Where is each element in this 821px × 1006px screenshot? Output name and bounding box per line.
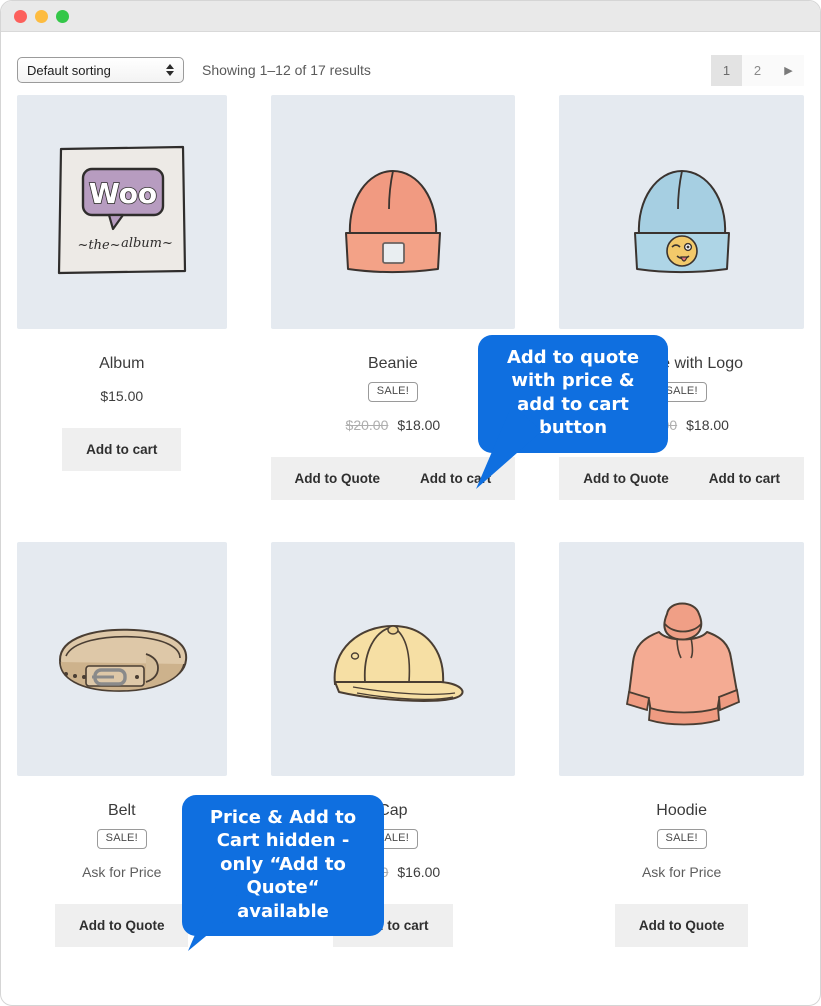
page-button-2[interactable]: 2 — [742, 54, 773, 86]
product-price-original: $20.00 — [345, 417, 389, 433]
product-grid: Woo ~the~ album~ Album $15.00 Add to car… — [17, 94, 804, 947]
browser-window: Default sorting Showing 1–12 of 17 resul… — [0, 0, 821, 1006]
next-page-button[interactable]: ▶ — [773, 54, 804, 86]
add-to-cart-button[interactable]: Add to cart — [688, 457, 804, 500]
product-button-row: Add to Quote — [614, 904, 749, 947]
product-image-cap[interactable] — [270, 542, 516, 776]
maximize-window-button[interactable] — [56, 9, 69, 23]
product-card-beanie: Beanie SALE! $20.00 $18.00 Add to Quote … — [270, 95, 516, 500]
product-button-row: Add to cart — [62, 428, 182, 471]
status-badge-sale: SALE! — [656, 382, 707, 402]
product-button-row: Add to Quote — [55, 904, 189, 947]
orange-beanie-illustration — [344, 169, 441, 273]
add-to-cart-button[interactable]: Add to cart — [333, 904, 453, 947]
product-price: $18.00 — [397, 417, 441, 433]
add-to-cart-button[interactable]: Add to cart — [62, 428, 182, 471]
product-card-belt: Belt SALE! Ask for Price Add to Quote — [17, 542, 227, 947]
product-image-beanie-with-logo[interactable] — [559, 95, 804, 329]
product-price: $18.00 — [686, 417, 729, 433]
product-price-row: Ask for Price — [642, 864, 721, 881]
pink-hoodie-illustration — [625, 602, 740, 726]
svg-text:~the~: ~the~ — [77, 238, 120, 253]
product-title[interactable]: Beanie — [368, 355, 418, 373]
status-badge-sale: SALE! — [656, 829, 707, 849]
shop-page-content: Default sorting Showing 1–12 of 17 resul… — [1, 32, 820, 951]
product-title[interactable]: Cap — [378, 802, 407, 820]
product-image-hoodie[interactable] — [559, 542, 804, 776]
album-cover-illustration: Woo ~the~ album~ — [57, 145, 186, 275]
beanie-button-row: Add to Quote Add to cart — [270, 457, 516, 500]
product-price: $16.00 — [397, 864, 441, 880]
result-count: Showing 1–12 of 17 results — [202, 62, 371, 78]
product-price: $15.00 — [100, 388, 144, 404]
product-price: Ask for Price — [82, 864, 162, 880]
product-title[interactable]: Belt — [108, 802, 136, 820]
product-price-row: $20.00 $18.00 — [346, 417, 441, 434]
add-to-quote-button[interactable]: Add to Quote — [270, 457, 400, 500]
product-image-beanie[interactable] — [270, 95, 516, 329]
window-titlebar — [1, 1, 820, 32]
product-title[interactable]: Hoodie — [656, 802, 707, 820]
product-price-row: $15.00 — [100, 388, 143, 405]
product-button-row: Add to Quote Add to cart — [559, 457, 804, 500]
product-card-beanie-with-logo: Beanie with Logo SALE! $20.00 $18.00 Add… — [559, 95, 804, 500]
svg-text:Woo: Woo — [89, 177, 157, 210]
minimize-window-button[interactable] — [35, 9, 48, 23]
yellow-baseball-cap-illustration — [333, 624, 464, 702]
belt-price: Ask for Price — [82, 864, 161, 881]
blue-beanie-with-emoji-logo-illustration — [633, 169, 730, 273]
product-price-row: $20.00 $18.00 — [634, 417, 729, 434]
product-card-cap: Cap SALE! $18.00 $16.00 Add to cart — [270, 542, 516, 947]
leather-belt-illustration — [58, 628, 187, 692]
close-window-button[interactable] — [14, 9, 27, 23]
product-price-original: $18.00 — [345, 864, 389, 880]
svg-text:album~: album~ — [121, 236, 173, 251]
add-to-quote-button[interactable]: Add to Quote — [559, 457, 689, 500]
page-button-1[interactable]: 1 — [711, 54, 742, 86]
product-title[interactable]: Album — [99, 355, 144, 373]
status-badge-sale: SALE! — [367, 382, 418, 402]
status-badge-sale: SALE! — [367, 829, 418, 849]
product-image-album[interactable]: Woo ~the~ album~ — [17, 95, 227, 329]
pagination: 1 2 ▶ — [711, 54, 804, 86]
sort-select[interactable]: Default sorting — [17, 57, 184, 83]
product-title[interactable]: Beanie with Logo — [620, 355, 743, 373]
product-button-row: Add to cart — [333, 904, 453, 947]
product-price-original: $20.00 — [634, 417, 678, 433]
product-image-belt[interactable] — [17, 542, 227, 776]
sort-select-value: Default sorting — [27, 62, 111, 78]
product-card-album: Woo ~the~ album~ Album $15.00 Add to car… — [17, 95, 227, 500]
add-to-quote-button[interactable]: Add to Quote — [55, 904, 189, 947]
product-price-row: $18.00 $16.00 — [346, 864, 441, 881]
add-to-quote-button[interactable]: Add to Quote — [614, 904, 749, 947]
product-card-hoodie: Hoodie SALE! Ask for Price Add to Quote — [559, 542, 804, 947]
status-badge-sale: SALE! — [96, 829, 147, 849]
add-to-cart-button[interactable]: Add to cart — [399, 457, 516, 500]
shop-toolbar: Default sorting Showing 1–12 of 17 resul… — [17, 32, 804, 94]
chevron-up-down-icon — [166, 64, 174, 76]
product-price: Ask for Price — [641, 864, 722, 880]
